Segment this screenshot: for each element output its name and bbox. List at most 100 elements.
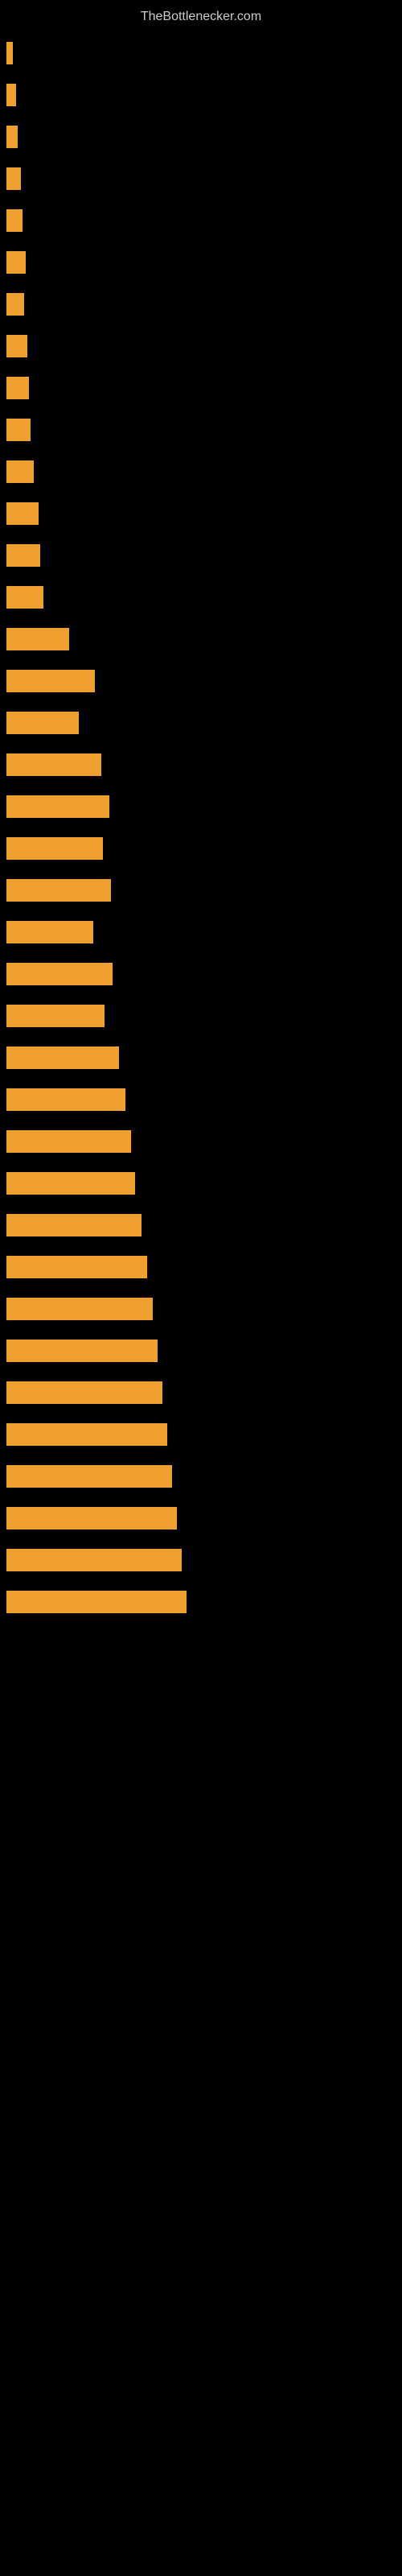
bar-row: Bo bbox=[6, 409, 396, 451]
bar-fill: E bbox=[6, 126, 18, 148]
bar-fill: Bottleneck result bbox=[6, 1130, 131, 1153]
bar-row: Bottleneck bbox=[6, 702, 396, 744]
bar-fill: Bottleneck result bbox=[6, 1256, 147, 1278]
bar-fill: Bottleneck result bbox=[6, 1591, 187, 1613]
bar-row: Bottleneck result bbox=[6, 1581, 396, 1623]
bar-label: B bbox=[10, 299, 16, 309]
bar-label: Bottleneck resu bbox=[10, 844, 76, 853]
bar-fill: Bo bbox=[6, 335, 27, 357]
bar-row: Bottleneck result bbox=[6, 1455, 396, 1497]
bar-row: Bo bbox=[6, 242, 396, 283]
bar-fill: Bottleneck resu bbox=[6, 1005, 105, 1027]
bar-fill: Bottleneck result bbox=[6, 1340, 158, 1362]
bar-row: Bottleneck result bbox=[6, 1414, 396, 1455]
bar-fill: E bbox=[6, 84, 16, 106]
bar-fill: Bottleneck resu bbox=[6, 837, 103, 860]
bar-row: | bbox=[6, 32, 396, 74]
bar-label: Bottleneck resu bbox=[10, 1011, 76, 1021]
bar-label: Bottleneck bbox=[10, 718, 55, 728]
bar-label: Bottleneck result bbox=[10, 1053, 81, 1063]
bar-label: | bbox=[10, 48, 12, 58]
bar-fill: Bo bbox=[6, 377, 29, 399]
bar-fill: Bottleneck result bbox=[6, 795, 109, 818]
bar-row: Bottleneck re bbox=[6, 911, 396, 953]
bar-label: Bottleneck re bbox=[10, 927, 66, 937]
bar-label: Bo bbox=[10, 383, 22, 393]
bar-row: Bottleneck result bbox=[6, 1079, 396, 1121]
bar-fill: Bottleneck result bbox=[6, 1214, 142, 1236]
bar-row: E bbox=[6, 116, 396, 158]
bar-row: B bbox=[6, 283, 396, 325]
bar-fill: Bottleneck result bbox=[6, 1423, 167, 1446]
bar-label: E bbox=[10, 90, 15, 100]
bar-label: Bottleneck result bbox=[10, 1430, 81, 1439]
bar-fill: B bbox=[6, 209, 23, 232]
bar-label: Bottleneck result bbox=[10, 1179, 81, 1188]
bar-row: Bottleneck result bbox=[6, 1372, 396, 1414]
bar-fill: Bott bbox=[6, 502, 39, 525]
bar-label: Bottleneck result bbox=[10, 1388, 81, 1397]
bar-label: B bbox=[10, 216, 16, 225]
bar-row: Bottleneck resu bbox=[6, 828, 396, 869]
bar-label: Bottleneck result bbox=[10, 1597, 81, 1607]
bar-label: E bbox=[10, 132, 15, 142]
bar-label: Bottleneck resu bbox=[10, 760, 76, 770]
bar-row: Bottleneck result bbox=[6, 1539, 396, 1581]
bar-fill: Bottleneck result bbox=[6, 879, 111, 902]
bar-row: Bottleneck result bbox=[6, 1330, 396, 1372]
bar-row: Bottleneck resu bbox=[6, 744, 396, 786]
bar-label: Bot bbox=[10, 467, 24, 477]
bar-label: Bottleneck result bbox=[10, 1513, 81, 1523]
bar-row: E bbox=[6, 74, 396, 116]
bar-row: Bottleneck result bbox=[6, 1288, 396, 1330]
bar-fill: Bottleneck result bbox=[6, 1088, 125, 1111]
bar-fill: Bottleneck result bbox=[6, 1507, 177, 1530]
bar-fill: Bottleneck result bbox=[6, 1172, 135, 1195]
bar-row: Bottleneck result bbox=[6, 1037, 396, 1079]
bar-label: Bottleneck result bbox=[10, 886, 81, 895]
bar-label: Bottleneck result bbox=[10, 1262, 81, 1272]
bar-row: Bottleneck result bbox=[6, 1497, 396, 1539]
bars-container: | E E B B Bo B Bo Bo Bo Bot Bott Bott Bottl Bottlenec B… bbox=[0, 24, 402, 1631]
bar-fill: Bottleneck bbox=[6, 712, 79, 734]
bar-row: Bottleneck result bbox=[6, 1162, 396, 1204]
bar-fill: Bottleneck re bbox=[6, 921, 93, 943]
bar-fill: Bottleneck resu bbox=[6, 753, 101, 776]
bar-fill: Bott bbox=[6, 544, 40, 567]
bar-label: Bottleneck result bbox=[10, 969, 81, 979]
bar-row: Bo bbox=[6, 367, 396, 409]
bar-label: Bottleneck result bbox=[10, 1346, 81, 1356]
bar-label: Bottlenec bbox=[10, 634, 50, 644]
bar-row: Bottleneck result bbox=[6, 953, 396, 995]
bar-row: B bbox=[6, 158, 396, 200]
bar-fill: Bo bbox=[6, 251, 26, 274]
bar-fill: Bottl bbox=[6, 586, 43, 609]
bar-row: Bottleneck result bbox=[6, 1204, 396, 1246]
bar-label: B bbox=[10, 174, 16, 184]
bar-label: Bottleneck res bbox=[10, 676, 71, 686]
bar-row: Bottleneck result bbox=[6, 1246, 396, 1288]
bar-fill: Bo bbox=[6, 419, 31, 441]
bar-row: Bottl bbox=[6, 576, 396, 618]
bar-label: Bottl bbox=[10, 592, 30, 602]
bar-fill: Bottleneck result bbox=[6, 963, 113, 985]
bar-row: Bot bbox=[6, 451, 396, 493]
bar-row: Bottleneck result bbox=[6, 786, 396, 828]
bar-label: Bottleneck result bbox=[10, 1472, 81, 1481]
bar-fill: Bottlenec bbox=[6, 628, 69, 650]
bar-row: Bott bbox=[6, 535, 396, 576]
bar-fill: Bottleneck result bbox=[6, 1381, 162, 1404]
bar-label: Bo bbox=[10, 258, 22, 267]
bar-row: Bottlenec bbox=[6, 618, 396, 660]
bar-label: Bottleneck result bbox=[10, 1555, 81, 1565]
bar-fill: Bottleneck result bbox=[6, 1046, 119, 1069]
bar-fill: Bottleneck result bbox=[6, 1298, 153, 1320]
bar-fill: Bot bbox=[6, 460, 34, 483]
bar-label: Bottleneck result bbox=[10, 1220, 81, 1230]
bar-row: B bbox=[6, 200, 396, 242]
bar-fill: Bottleneck result bbox=[6, 1465, 172, 1488]
bar-row: Bottleneck result bbox=[6, 869, 396, 911]
bar-row: Bo bbox=[6, 325, 396, 367]
bar-label: Bottleneck result bbox=[10, 802, 81, 811]
bar-fill: Bottleneck res bbox=[6, 670, 95, 692]
